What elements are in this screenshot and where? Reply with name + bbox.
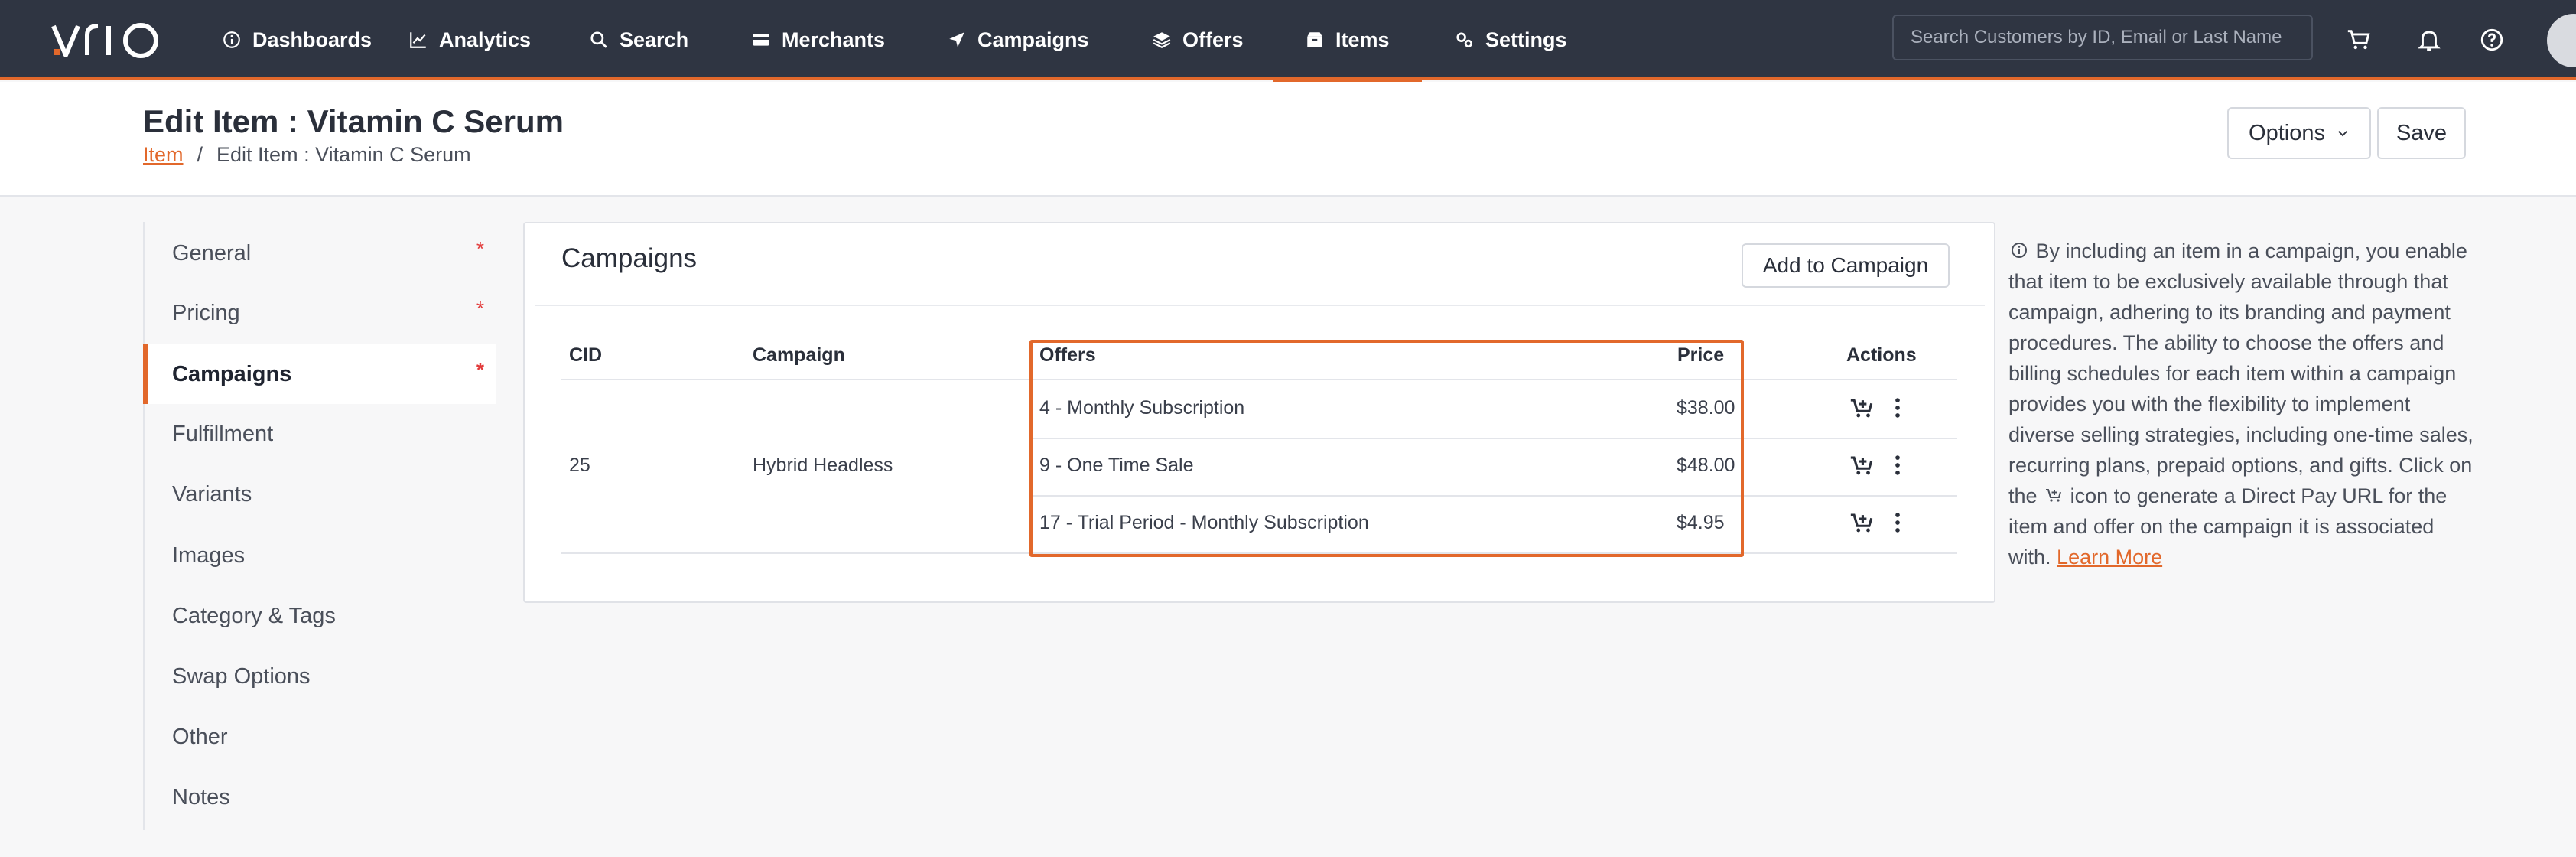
more-vertical-icon[interactable] (1885, 395, 1911, 421)
card-title: Campaigns (561, 243, 698, 273)
campaigns-help-text: By including an item in a campaign, you … (2008, 236, 2475, 572)
save-button[interactable]: Save (2377, 107, 2466, 159)
campaigns-card: Campaigns Add to Campaign CID Campaign O… (523, 222, 1995, 603)
nav-merchants[interactable]: Merchants (751, 0, 885, 80)
campaign-id: 25 (569, 455, 590, 476)
add-to-campaign-label: Add to Campaign (1762, 253, 1929, 277)
learn-more-link[interactable]: Learn More (2057, 546, 2162, 569)
sidebar-item-label: Fulfillment (172, 421, 274, 446)
direct-pay-cart-icon[interactable] (1849, 452, 1875, 478)
offers-highlight-box (1029, 340, 1744, 557)
sidebar-item-label: Variants (172, 481, 252, 507)
search-icon (590, 31, 607, 48)
nav-items[interactable]: Items (1273, 0, 1421, 82)
save-label: Save (2395, 120, 2448, 145)
bell-icon (2418, 31, 2441, 51)
sidebar-item-fulfillment[interactable]: Fulfillment (145, 404, 496, 464)
sidebar-item-label: General (172, 240, 252, 266)
box-icon (1307, 32, 1322, 47)
sidebar-item-category-tags[interactable]: Category & Tags (145, 586, 496, 646)
cart-button[interactable] (2342, 23, 2376, 57)
sidebar-item-label: Swap Options (172, 663, 311, 689)
required-marker: * (476, 237, 484, 260)
sidebar-item-label: Campaigns (172, 361, 292, 386)
user-avatar[interactable] (2547, 14, 2576, 67)
required-marker: * (476, 297, 484, 320)
options-label: Options (2249, 120, 2325, 145)
campaign-name: Hybrid Headless (753, 455, 893, 476)
nav-label: Dashboards (252, 28, 372, 51)
options-button[interactable]: Options (2227, 107, 2371, 159)
nav-label: Merchants (782, 28, 886, 51)
page-header: Edit Item : Vitamin C Serum Item / Edit … (0, 82, 2576, 197)
add-to-campaign-button[interactable]: Add to Campaign (1742, 243, 1950, 288)
cart-icon (2347, 30, 2370, 50)
sidebar-item-label: Category & Tags (172, 603, 336, 628)
breadcrumb-separator: / (197, 143, 203, 166)
nav-campaigns[interactable]: Campaigns (947, 0, 1089, 80)
column-header-actions: Actions (1846, 344, 1917, 366)
nav-dashboards[interactable]: Dashboards (222, 0, 372, 80)
nav-label: Settings (1485, 28, 1567, 51)
sidebar-item-swap-options[interactable]: Swap Options (145, 647, 496, 706)
send-arrow-icon (949, 32, 964, 47)
breadcrumb-current: Edit Item : Vitamin C Serum (216, 143, 471, 166)
layers-icon (1153, 32, 1171, 48)
divider (535, 305, 1985, 306)
direct-pay-cart-icon[interactable] (1849, 395, 1875, 421)
sidebar-item-images[interactable]: Images (145, 526, 496, 585)
nav-analytics[interactable]: Analytics (408, 0, 531, 80)
vrio-logo[interactable] (50, 15, 173, 64)
more-vertical-icon[interactable] (1885, 510, 1911, 536)
sidebar-item-other[interactable]: Other (145, 707, 496, 767)
help-circle-icon (2480, 28, 2503, 51)
nav-label: Search (620, 28, 689, 51)
sidebar-item-notes[interactable]: Notes (145, 767, 496, 827)
customer-search-input[interactable]: Search Customers by ID, Email or Last Na… (1892, 15, 2313, 60)
sidebar-item-label: Notes (172, 784, 230, 810)
info-circle-icon (223, 31, 240, 48)
cart-icon (2046, 489, 2062, 502)
sidebar-item-pricing[interactable]: Pricing * (145, 283, 496, 343)
nav-label: Offers (1182, 28, 1244, 51)
credit-card-icon (753, 34, 769, 46)
nav-search[interactable]: Search (589, 0, 688, 80)
sidebar-item-campaigns[interactable]: Campaigns * (143, 344, 496, 404)
gears-icon (1456, 32, 1473, 48)
sidebar-item-variants[interactable]: Variants (145, 464, 496, 524)
nav-offers[interactable]: Offers (1152, 0, 1244, 80)
info-circle-icon (2012, 243, 2027, 258)
required-marker: * (476, 358, 484, 381)
breadcrumb-item-link[interactable]: Item (143, 143, 184, 167)
nav-label: Items (1335, 28, 1390, 51)
nav-settings[interactable]: Settings (1455, 0, 1567, 80)
column-header-cid: CID (569, 344, 603, 366)
sidebar-item-label: Other (172, 724, 228, 749)
top-navbar: Dashboards Analytics Search Merchants Ca… (0, 0, 2576, 82)
sidebar-item-general[interactable]: General * (145, 223, 496, 283)
item-sections-sidebar: General * Pricing * Campaigns * Fulfillm… (143, 222, 496, 830)
page-title: Edit Item : Vitamin C Serum (143, 103, 564, 139)
line-chart-icon (410, 32, 426, 48)
help-button[interactable] (2475, 23, 2509, 57)
sidebar-item-label: Images (172, 543, 246, 568)
nav-label: Analytics (439, 28, 532, 51)
help-text-part-1: By including an item in a campaign, you … (2008, 240, 2474, 507)
sidebar-item-label: Pricing (172, 300, 240, 325)
chevron-down-icon (2338, 131, 2347, 137)
search-placeholder: Search Customers by ID, Email or Last Na… (1911, 27, 2282, 47)
more-vertical-icon[interactable] (1885, 452, 1911, 478)
direct-pay-cart-icon[interactable] (1849, 510, 1875, 536)
nav-label: Campaigns (977, 28, 1089, 51)
breadcrumb: Item / Edit Item : Vitamin C Serum (143, 143, 471, 167)
notifications-button[interactable] (2412, 23, 2446, 57)
column-header-campaign: Campaign (753, 344, 845, 366)
